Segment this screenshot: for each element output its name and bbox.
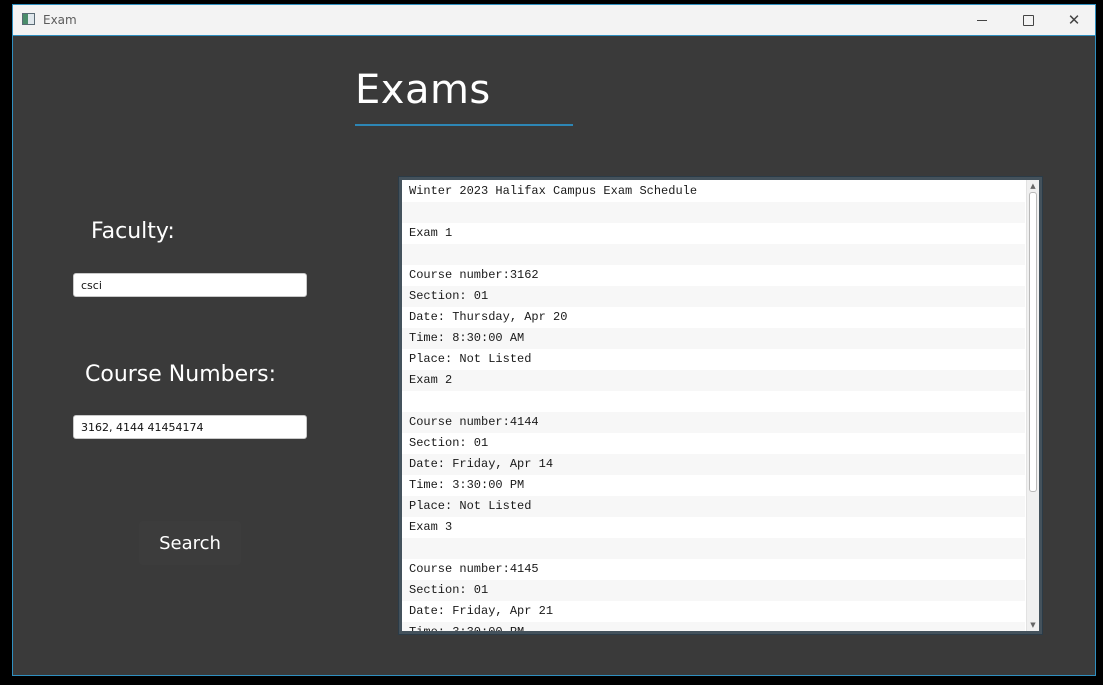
app-window: Exam ✕ Exams Faculty: Course Numbers: Se…	[12, 4, 1096, 676]
app-icon	[22, 13, 35, 25]
minimize-button[interactable]	[959, 5, 1005, 35]
results-textarea[interactable]: Winter 2023 Halifax Campus Exam Schedule…	[398, 176, 1043, 635]
scroll-thumb[interactable]	[1029, 192, 1037, 492]
results-line: Date: Friday, Apr 21	[402, 601, 1025, 622]
faculty-input[interactable]	[73, 273, 307, 297]
results-line: Exam 1	[402, 223, 1025, 244]
results-line: Exam 3	[402, 517, 1025, 538]
course-numbers-label: Course Numbers:	[85, 362, 277, 387]
minimize-icon	[977, 19, 987, 21]
close-button[interactable]: ✕	[1051, 5, 1095, 35]
results-line: Date: Friday, Apr 14	[402, 454, 1025, 475]
title-bar[interactable]: Exam ✕	[13, 5, 1095, 36]
results-line: Course number:4144	[402, 412, 1025, 433]
results-line: Place: Not Listed	[402, 349, 1025, 370]
maximize-button[interactable]	[1005, 5, 1051, 35]
results-line: Winter 2023 Halifax Campus Exam Schedule	[402, 181, 1025, 202]
results-line: Course number:3162	[402, 265, 1025, 286]
results-line: Exam 2	[402, 370, 1025, 391]
results-line: Course number:4145	[402, 559, 1025, 580]
title-underline	[355, 124, 573, 126]
results-line: Section: 01	[402, 433, 1025, 454]
results-line	[402, 391, 1025, 412]
page-title: Exams	[355, 67, 491, 113]
maximize-icon	[1022, 14, 1034, 26]
results-line: Section: 01	[402, 580, 1025, 601]
results-line: Time: 8:30:00 AM	[402, 328, 1025, 349]
results-line	[402, 538, 1025, 559]
results-line: Place: Not Listed	[402, 496, 1025, 517]
scroll-up-icon[interactable]: ▲	[1027, 180, 1039, 192]
course-numbers-input[interactable]	[73, 415, 307, 439]
search-button[interactable]: Search	[139, 521, 241, 565]
results-line: Time: 3:30:00 PM	[402, 475, 1025, 496]
results-line	[402, 244, 1025, 265]
window-title: Exam	[43, 13, 77, 27]
results-text-area-content[interactable]: Winter 2023 Halifax Campus Exam Schedule…	[402, 180, 1039, 631]
results-line	[402, 202, 1025, 223]
faculty-label: Faculty:	[91, 219, 175, 244]
close-icon: ✕	[1067, 11, 1081, 29]
results-line: Time: 3:30:00 PM	[402, 622, 1025, 631]
results-line: Date: Thursday, Apr 20	[402, 307, 1025, 328]
results-lines: Winter 2023 Halifax Campus Exam Schedule…	[402, 181, 1025, 631]
results-line: Section: 01	[402, 286, 1025, 307]
vertical-scrollbar[interactable]: ▲ ▼	[1026, 180, 1039, 631]
scroll-down-icon[interactable]: ▼	[1027, 619, 1039, 631]
